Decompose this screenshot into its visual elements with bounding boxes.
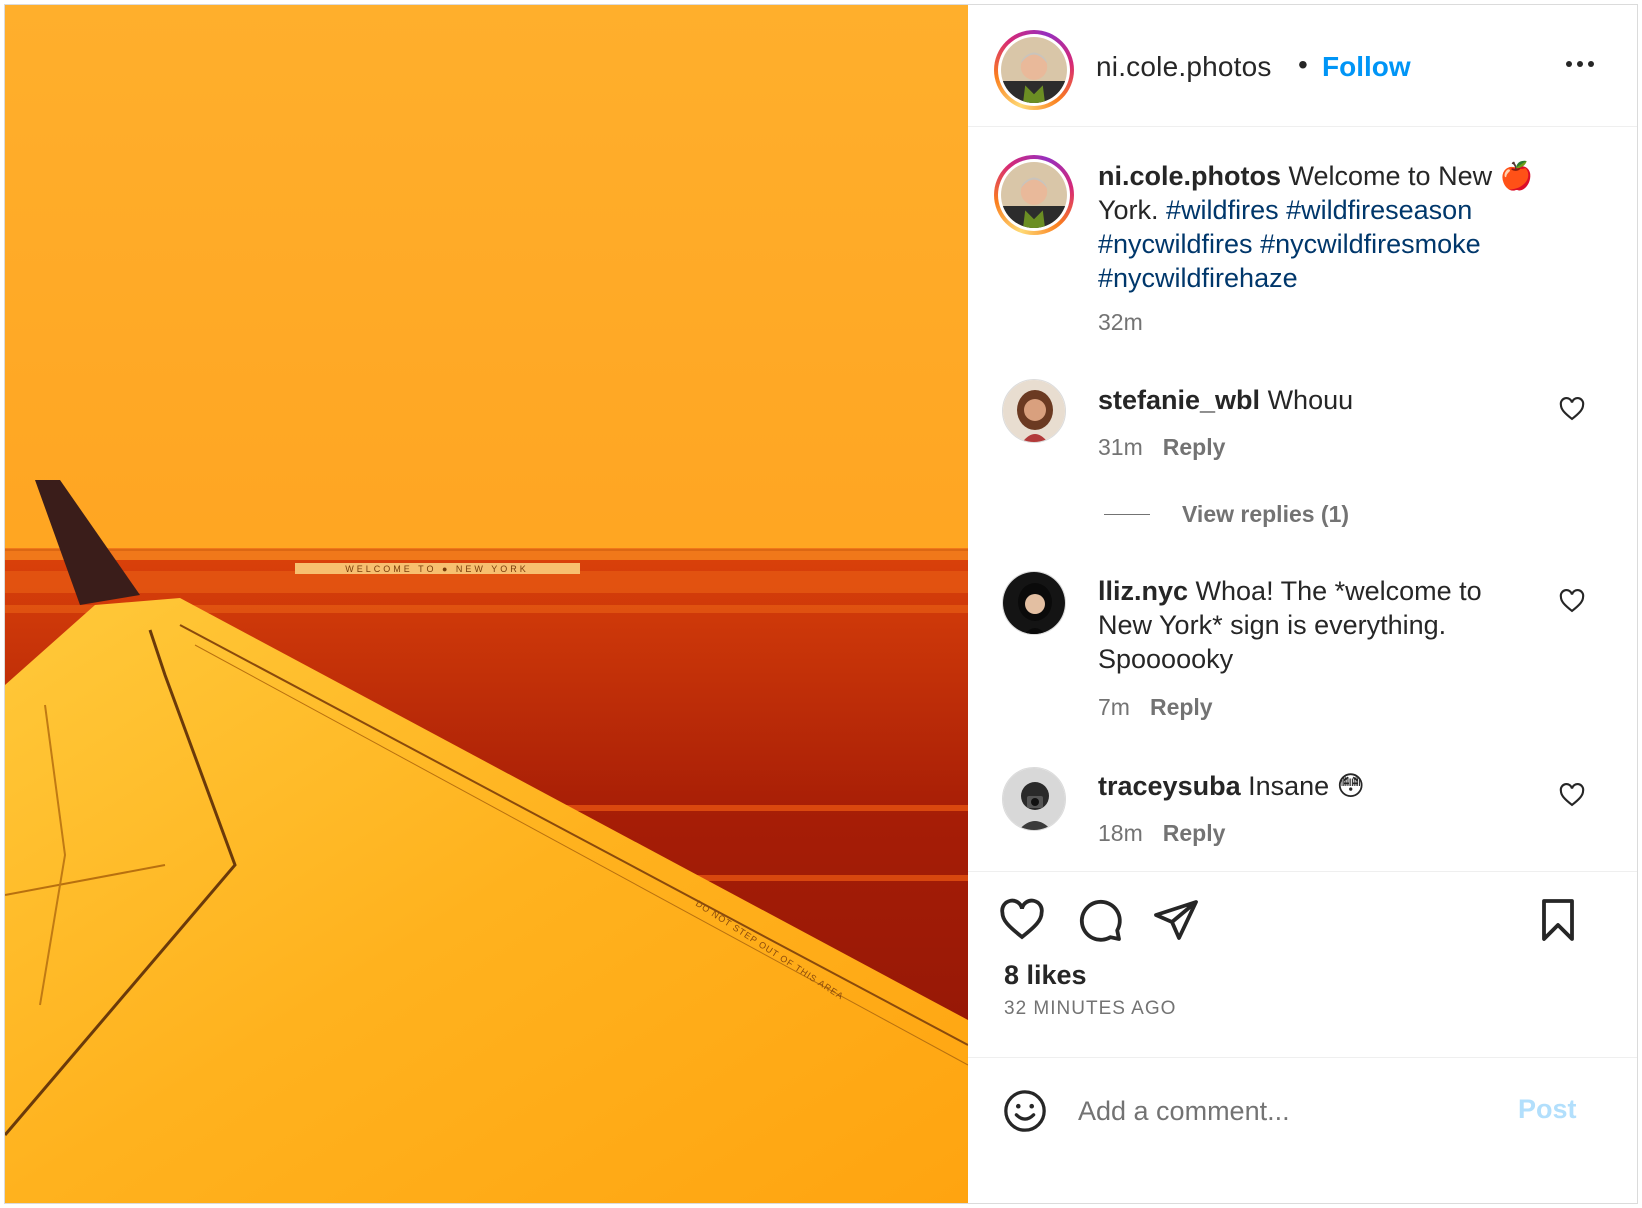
- comment-time: 7m: [1098, 694, 1130, 720]
- comment-username[interactable]: lliz.nyc: [1098, 576, 1188, 606]
- follow-button[interactable]: Follow: [1322, 51, 1411, 83]
- comment-time: 18m: [1098, 820, 1143, 846]
- hashtag-link[interactable]: #nycwildfirehaze: [1098, 263, 1298, 293]
- view-replies-label: View replies (1): [1182, 501, 1350, 527]
- author-username[interactable]: ni.cole.photos: [1096, 51, 1272, 83]
- author-avatar-image: [1001, 37, 1067, 103]
- hashtag-link[interactable]: #nycwildfiresmoke: [1260, 229, 1481, 259]
- comment-like-heart-icon[interactable]: [1558, 395, 1586, 423]
- comment-like-heart-icon[interactable]: [1558, 587, 1586, 615]
- caption-timestamp: 32m: [1098, 309, 1143, 335]
- reply-button[interactable]: Reply: [1163, 820, 1226, 846]
- more-options-icon[interactable]: [1558, 49, 1602, 79]
- hashtag-link[interactable]: #nycwildfires: [1098, 229, 1253, 259]
- comment-meta: 31m Reply: [1098, 434, 1225, 461]
- share-icon[interactable]: [1152, 896, 1200, 944]
- post-actions: 8 likes 32 MINUTES AGO: [968, 871, 1637, 1057]
- add-comment-bar: Post: [968, 1057, 1637, 1203]
- view-replies-button[interactable]: View replies (1): [1104, 501, 1349, 528]
- caption-username[interactable]: ni.cole.photos: [1098, 161, 1281, 191]
- post-caption: ni.cole.photos Welcome to New 🍎 York. #w…: [1098, 159, 1568, 295]
- comment-input[interactable]: [1078, 1086, 1498, 1136]
- caption-text: Welcome to New: [1281, 161, 1500, 191]
- welcome-sign-text: WELCOME TO ● NEW YORK: [345, 564, 528, 574]
- comment-text: lliz.nyc Whoa! The *welcome to New York*…: [1098, 574, 1538, 676]
- emoji-picker-icon[interactable]: [1002, 1088, 1048, 1134]
- commenter-photo: [1003, 768, 1065, 830]
- comment-like-heart-icon[interactable]: [1558, 781, 1586, 809]
- separator-dot: •: [1298, 49, 1308, 80]
- post-dialog: WELCOME TO ● NEW YORK DO NOT STEP OUT OF…: [4, 4, 1638, 1204]
- comment-meta: 18m Reply: [1098, 820, 1225, 847]
- comment-avatar[interactable]: [1002, 767, 1066, 831]
- comment-avatar[interactable]: [1002, 379, 1066, 443]
- apple-emoji: 🍎: [1499, 161, 1534, 191]
- commenter-photo: [1003, 572, 1065, 634]
- comment-body: Insane: [1240, 771, 1337, 801]
- likes-count[interactable]: 8 likes: [1004, 960, 1087, 991]
- caption-author-avatar[interactable]: [994, 155, 1074, 235]
- post-photo[interactable]: WELCOME TO ● NEW YORK DO NOT STEP OUT OF…: [5, 5, 968, 1203]
- comment-time: 31m: [1098, 434, 1143, 460]
- comment-body: Whouu: [1260, 385, 1354, 415]
- reply-button[interactable]: Reply: [1150, 694, 1213, 720]
- caption-avatar-image: [1001, 162, 1067, 228]
- comment-text: stefanie_wbl Whouu: [1098, 383, 1538, 417]
- post-comment-button[interactable]: Post: [1518, 1094, 1577, 1125]
- view-replies-divider: [1104, 514, 1150, 515]
- comment-username[interactable]: traceysuba: [1098, 771, 1241, 801]
- hashtag-link[interactable]: #wildfireseason: [1286, 195, 1472, 225]
- hashtag-link[interactable]: #wildfires: [1166, 195, 1279, 225]
- post-header: ni.cole.photos • Follow: [968, 5, 1637, 127]
- bookmark-icon[interactable]: [1534, 896, 1582, 944]
- heart-icon[interactable]: [998, 896, 1046, 944]
- comment-icon[interactable]: [1076, 896, 1124, 944]
- flushed-face-emoji: 😳: [1336, 771, 1365, 801]
- comment-avatar[interactable]: [1002, 571, 1066, 635]
- airplane-wing-photo: WELCOME TO ● NEW YORK DO NOT STEP OUT OF…: [5, 5, 968, 1203]
- author-avatar[interactable]: [994, 30, 1074, 110]
- comment-meta: 7m Reply: [1098, 694, 1213, 721]
- reply-button[interactable]: Reply: [1163, 434, 1226, 460]
- comment-text: traceysuba Insane 😳: [1098, 769, 1538, 803]
- comment-username[interactable]: stefanie_wbl: [1098, 385, 1260, 415]
- caption-text-2: York.: [1098, 195, 1167, 225]
- post-age: 32 MINUTES AGO: [1004, 998, 1177, 1019]
- post-side-panel: ni.cole.photos • Follow ni.cole.photos W…: [968, 5, 1637, 1203]
- commenter-photo: [1003, 380, 1065, 442]
